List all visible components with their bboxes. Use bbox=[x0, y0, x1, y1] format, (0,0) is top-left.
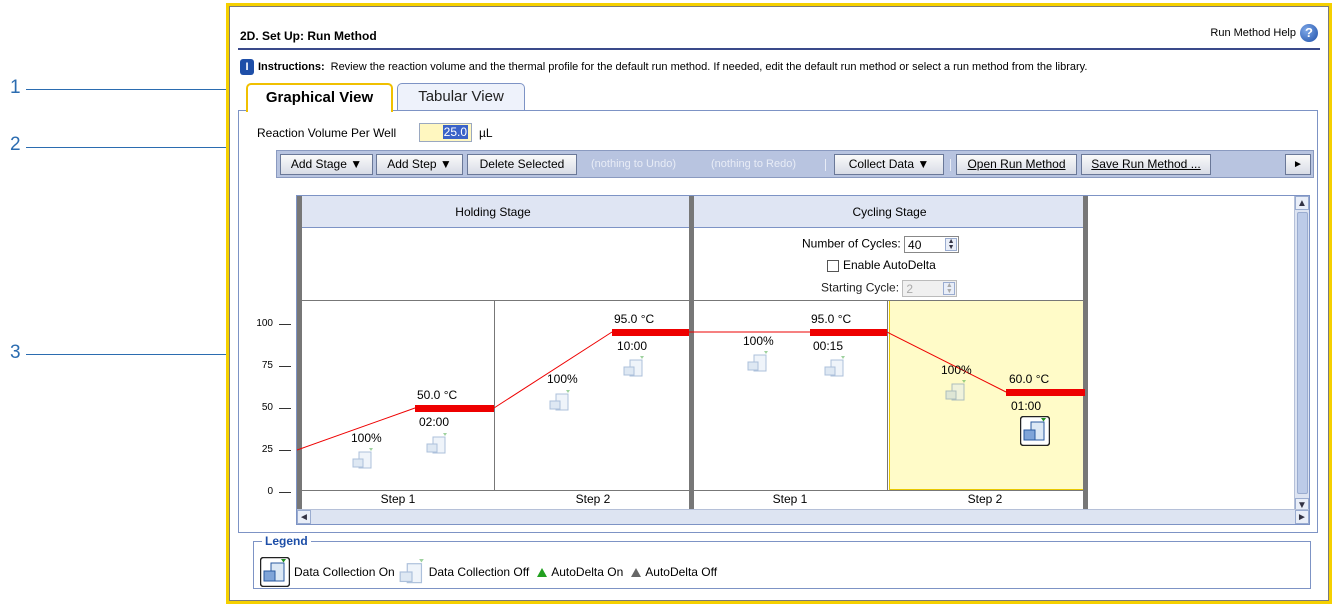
instructions-label: Instructions: bbox=[258, 60, 325, 73]
cycling-step-2-ramp[interactable]: 100% bbox=[941, 363, 972, 377]
cycling-step-1-label: Step 1 bbox=[772, 492, 808, 506]
run-method-window: 2D. Set Up: Run Method Run Method Help ?… bbox=[226, 3, 1332, 604]
callout-3: 3 bbox=[10, 342, 21, 363]
data-collection-off-icon[interactable] bbox=[824, 356, 846, 378]
scroll-up-arrow-icon[interactable]: ▲ bbox=[1295, 196, 1309, 210]
legend-box: Legend Data Collection On Data Collectio… bbox=[253, 534, 1311, 589]
cycling-step-1-time[interactable]: 00:15 bbox=[813, 339, 843, 353]
holding-step-2-time[interactable]: 10:00 bbox=[617, 339, 647, 353]
data-collection-off-icon[interactable] bbox=[747, 351, 769, 373]
scroll-left-arrow-icon[interactable]: ◄ bbox=[297, 510, 311, 524]
legend-data-collection-off: Data Collection Off bbox=[428, 565, 530, 579]
cycling-step-2-temp-bar[interactable] bbox=[1006, 389, 1085, 396]
scroll-right-arrow-icon[interactable]: ► bbox=[1295, 510, 1309, 524]
autodelta-off-icon bbox=[631, 567, 642, 577]
holding-step-2-label: Step 2 bbox=[575, 492, 611, 506]
callout-1: 1 bbox=[10, 77, 21, 98]
holding-step-2-temp[interactable]: 95.0 °C bbox=[614, 312, 654, 326]
autodelta-on-icon bbox=[537, 567, 548, 577]
data-collection-off-icon[interactable] bbox=[623, 356, 645, 378]
run-method-help-link[interactable]: Run Method Help bbox=[1210, 27, 1296, 39]
instructions-text: Review the reaction volume and the therm… bbox=[330, 60, 1088, 73]
data-collection-off-icon[interactable] bbox=[426, 433, 448, 455]
data-collection-off-icon[interactable] bbox=[352, 448, 374, 470]
data-collection-off-icon bbox=[399, 559, 424, 584]
tab-tabular-view[interactable]: Tabular View bbox=[397, 83, 525, 111]
callout-2: 2 bbox=[10, 134, 21, 155]
add-step-button[interactable]: Add Step ▼ bbox=[376, 154, 463, 175]
cycling-step-2-time[interactable]: 01:00 bbox=[1011, 399, 1041, 413]
chart-vertical-scrollbar[interactable]: ▲ ▼ bbox=[1294, 196, 1309, 512]
title-divider bbox=[238, 48, 1320, 50]
run-method-toolbar: Add Stage ▼ Add Step ▼ Delete Selected (… bbox=[276, 150, 1314, 178]
data-collection-on-icon[interactable] bbox=[1020, 416, 1050, 446]
toolbar-separator bbox=[950, 159, 951, 171]
holding-step-1-ramp[interactable]: 100% bbox=[351, 431, 382, 445]
cycling-step-1-ramp[interactable]: 100% bbox=[743, 334, 774, 348]
instructions-icon: I bbox=[240, 59, 254, 75]
legend-data-collection-on: Data Collection On bbox=[294, 565, 395, 579]
legend-autodelta-on: AutoDelta On bbox=[551, 565, 624, 579]
instructions: I Instructions: Review the reaction volume… bbox=[240, 59, 1087, 75]
delete-selected-button[interactable]: Delete Selected bbox=[467, 154, 577, 175]
callout-3-line bbox=[26, 354, 234, 355]
data-collection-off-icon[interactable] bbox=[945, 380, 967, 402]
cycling-step-2-temp[interactable]: 60.0 °C bbox=[1009, 372, 1049, 386]
data-collection-on-icon bbox=[260, 557, 290, 587]
reaction-volume-label: Reaction Volume Per Well bbox=[257, 126, 397, 140]
legend-items: Data Collection On Data Collection Off A… bbox=[260, 557, 721, 587]
toolbar-more-button[interactable]: ► bbox=[1285, 154, 1311, 175]
add-stage-button[interactable]: Add Stage ▼ bbox=[280, 154, 373, 175]
holding-step-1-time[interactable]: 02:00 bbox=[419, 415, 449, 429]
toolbar-separator bbox=[825, 159, 826, 171]
open-run-method-button[interactable]: Open Run Method bbox=[956, 154, 1077, 175]
holding-step-2-ramp[interactable]: 100% bbox=[547, 372, 578, 386]
ramp-lines bbox=[297, 331, 1007, 451]
holding-step-1-label: Step 1 bbox=[380, 492, 416, 506]
holding-step-2-temp-bar[interactable] bbox=[612, 329, 689, 336]
graphical-view-panel: Reaction Volume Per Well 25.0 µL Add Sta… bbox=[238, 110, 1318, 589]
cycling-step-1-temp-bar[interactable] bbox=[810, 329, 887, 336]
undo-button[interactable]: (nothing to Undo) bbox=[591, 158, 676, 170]
cycling-step-2-label: Step 2 bbox=[967, 492, 1003, 506]
cycling-step-1-temp[interactable]: 95.0 °C bbox=[811, 312, 851, 326]
legend-title: Legend bbox=[262, 534, 311, 548]
thermal-profile-chart: Holding Stage Cycling Stage Number of Cy… bbox=[296, 195, 1310, 525]
temperature-axis: 100 75 50 25 0 bbox=[239, 291, 291, 501]
holding-step-1-temp-bar[interactable] bbox=[415, 405, 494, 412]
redo-button[interactable]: (nothing to Redo) bbox=[711, 158, 796, 170]
page-title: 2D. Set Up: Run Method bbox=[240, 29, 377, 43]
legend-autodelta-off: AutoDelta Off bbox=[645, 565, 718, 579]
reaction-volume-input[interactable]: 25.0 bbox=[419, 123, 472, 142]
holding-step-1-temp[interactable]: 50.0 °C bbox=[417, 388, 457, 402]
data-collection-off-icon[interactable] bbox=[549, 390, 571, 412]
save-run-method-button[interactable]: Save Run Method ... bbox=[1081, 154, 1211, 175]
reaction-volume-unit: µL bbox=[479, 126, 493, 140]
tab-graphical-view[interactable]: Graphical View bbox=[246, 83, 393, 112]
vertical-scroll-thumb[interactable] bbox=[1297, 212, 1308, 494]
chart-horizontal-scrollbar[interactable]: ◄ ► bbox=[297, 509, 1309, 524]
callout-1-line bbox=[26, 89, 250, 90]
collect-data-button[interactable]: Collect Data ▼ bbox=[834, 154, 944, 175]
help-icon[interactable]: ? bbox=[1300, 24, 1318, 42]
